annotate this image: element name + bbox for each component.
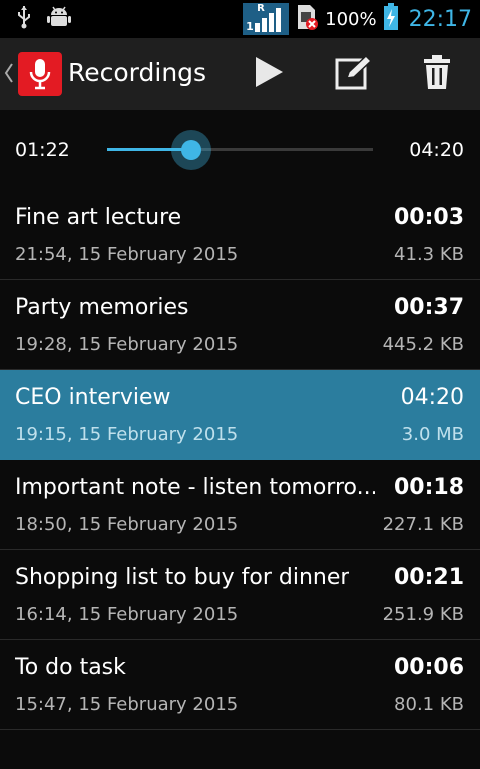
play-icon bbox=[253, 55, 285, 93]
list-item-selected[interactable]: CEO interview 04:20 19:15, 15 February 2… bbox=[0, 370, 480, 460]
recording-title: Shopping list to buy for dinner bbox=[15, 565, 350, 590]
recording-title: Fine art lecture bbox=[15, 205, 182, 230]
recording-size: 41.3 KB bbox=[394, 244, 464, 265]
status-bar: R 1 100% 22:17 bbox=[0, 0, 480, 38]
recording-date: 19:15, 15 February 2015 bbox=[15, 424, 239, 445]
recording-size: 227.1 KB bbox=[382, 514, 464, 535]
recording-title: Important note - listen tomorro... bbox=[15, 475, 375, 500]
recording-date: 18:50, 15 February 2015 bbox=[15, 514, 239, 535]
recording-date: 15:47, 15 February 2015 bbox=[15, 694, 239, 715]
total-time: 04:20 bbox=[409, 139, 464, 161]
battery-charging-icon bbox=[383, 3, 399, 35]
recording-title: Party memories bbox=[15, 295, 189, 320]
sim-slot-number: 1 bbox=[246, 20, 254, 33]
recording-duration: 00:06 bbox=[393, 655, 464, 680]
seek-bar[interactable] bbox=[107, 130, 373, 170]
edit-icon bbox=[335, 54, 373, 94]
usb-icon bbox=[16, 5, 32, 33]
recording-title: CEO interview bbox=[15, 385, 171, 410]
microphone-icon[interactable] bbox=[18, 52, 62, 96]
list-item[interactable]: Fine art lecture 00:03 21:54, 15 Februar… bbox=[0, 190, 480, 280]
recording-size: 251.9 KB bbox=[382, 604, 464, 625]
recording-title: To do task bbox=[15, 655, 126, 680]
roaming-indicator: R bbox=[257, 3, 265, 14]
recording-duration: 00:18 bbox=[393, 475, 464, 500]
android-debug-icon bbox=[46, 4, 72, 34]
action-bar: Recordings bbox=[0, 38, 480, 110]
current-time: 01:22 bbox=[15, 139, 70, 161]
edit-button[interactable] bbox=[332, 52, 376, 96]
recording-duration: 04:20 bbox=[400, 385, 464, 410]
recording-size: 445.2 KB bbox=[382, 334, 464, 355]
list-item[interactable]: To do task 00:06 15:47, 15 February 2015… bbox=[0, 640, 480, 730]
recording-duration: 00:21 bbox=[393, 565, 464, 590]
play-button[interactable] bbox=[247, 52, 291, 96]
delete-icon bbox=[422, 54, 452, 94]
list-item[interactable]: Important note - listen tomorro... 00:18… bbox=[0, 460, 480, 550]
recording-duration: 00:37 bbox=[393, 295, 464, 320]
seek-bar-thumb[interactable] bbox=[170, 130, 211, 170]
sim-error-icon bbox=[295, 3, 319, 35]
list-item[interactable]: Party memories 00:37 19:28, 15 February … bbox=[0, 280, 480, 370]
recordings-list: Fine art lecture 00:03 21:54, 15 Februar… bbox=[0, 190, 480, 730]
recording-date: 19:28, 15 February 2015 bbox=[15, 334, 239, 355]
seek-thumb-dot bbox=[180, 140, 201, 160]
page-title: Recordings bbox=[68, 58, 207, 87]
back-caret-icon[interactable] bbox=[4, 62, 14, 89]
recording-size: 3.0 MB bbox=[401, 424, 464, 445]
recording-size: 80.1 KB bbox=[394, 694, 464, 715]
playback-panel: 01:22 04:20 bbox=[0, 110, 480, 191]
recording-date: 21:54, 15 February 2015 bbox=[15, 244, 239, 265]
list-item[interactable]: Shopping list to buy for dinner 00:21 16… bbox=[0, 550, 480, 640]
signal-bars-icon: R 1 bbox=[243, 3, 290, 35]
battery-percentage: 100% bbox=[325, 8, 377, 30]
delete-button[interactable] bbox=[415, 52, 459, 96]
recording-date: 16:14, 15 February 2015 bbox=[15, 604, 239, 625]
status-clock: 22:17 bbox=[408, 6, 472, 32]
recording-duration: 00:03 bbox=[393, 205, 464, 230]
